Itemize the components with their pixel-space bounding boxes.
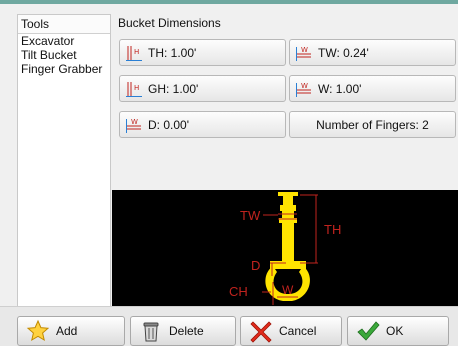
- tool-item-finger-grabber[interactable]: Finger Grabber: [18, 62, 110, 76]
- number-of-fingers-label: Number of Fingers: 2: [316, 117, 429, 132]
- tool-list-header: Tools: [18, 15, 110, 34]
- ok-button[interactable]: OK: [347, 316, 449, 346]
- panel-title: Bucket Dimensions: [118, 16, 221, 30]
- w-dimension-label: W: [282, 283, 294, 297]
- bucket-preview: TW TH D CH W: [112, 190, 458, 306]
- tool-list[interactable]: Tools Excavator Tilt Bucket Finger Grabb…: [17, 14, 111, 308]
- delete-label: Delete: [169, 324, 204, 338]
- add-button[interactable]: Add: [17, 316, 125, 346]
- th-dimension-label: TH: [324, 222, 341, 237]
- tw-dimension-label: TW: [240, 208, 261, 223]
- star-icon: [26, 319, 50, 342]
- ch-dimension-label: CH: [229, 284, 248, 299]
- cancel-label: Cancel: [279, 324, 317, 338]
- tw-button[interactable]: W TW: 0.24': [289, 39, 456, 66]
- width-dimension-icon: W: [296, 82, 311, 97]
- th-label: TH: 1.00': [148, 45, 197, 60]
- d-dimension-label: D: [251, 258, 260, 273]
- window-top-border: [0, 0, 458, 4]
- width-dimension-icon: W: [126, 118, 141, 133]
- svg-text:W: W: [301, 46, 308, 54]
- svg-text:W: W: [131, 118, 138, 126]
- d-button[interactable]: W D: 0.00': [119, 111, 286, 138]
- bucket-head: [270, 261, 306, 269]
- green-check-icon: [357, 321, 380, 341]
- gh-label: GH: 1.00': [148, 81, 199, 96]
- ok-label: OK: [386, 324, 404, 338]
- tool-item-excavator[interactable]: Excavator: [18, 34, 110, 48]
- action-bar: Add Delete Cancel OK: [0, 306, 458, 346]
- number-of-fingers-button[interactable]: Number of Fingers: 2: [289, 111, 456, 138]
- d-label: D: 0.00': [148, 117, 189, 132]
- gh-button[interactable]: H GH: 1.00': [119, 75, 286, 102]
- height-dimension-icon: H: [126, 45, 142, 61]
- red-x-icon: [250, 321, 272, 343]
- trash-can-icon: [143, 322, 159, 342]
- th-button[interactable]: H TH: 1.00': [119, 39, 286, 66]
- tool-item-tilt-bucket[interactable]: Tilt Bucket: [18, 48, 110, 62]
- height-dimension-icon: H: [126, 81, 142, 97]
- svg-text:H: H: [134, 48, 139, 56]
- cancel-button[interactable]: Cancel: [240, 316, 342, 346]
- delete-button[interactable]: Delete: [130, 316, 236, 346]
- svg-text:H: H: [134, 84, 139, 92]
- add-label: Add: [56, 324, 78, 338]
- w-label: W: 1.00': [318, 81, 362, 96]
- width-dimension-icon: W: [296, 46, 311, 61]
- dimensions-panel: Bucket Dimensions H TH: 1.00' W TW: 0.24…: [112, 14, 458, 306]
- w-button[interactable]: W W: 1.00': [289, 75, 456, 102]
- tw-label: TW: 0.24': [318, 45, 369, 60]
- shaft-collar: [280, 205, 296, 211]
- svg-text:W: W: [301, 82, 308, 90]
- bucket-diagram: TW TH D CH W: [229, 192, 341, 305]
